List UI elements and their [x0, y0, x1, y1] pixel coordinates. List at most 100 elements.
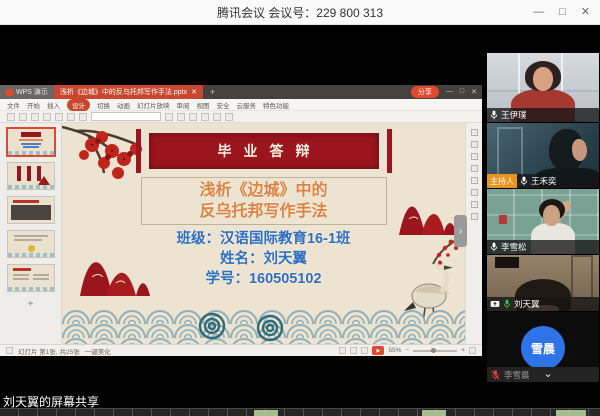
side-tool-button[interactable]	[471, 165, 478, 172]
zoom-slider[interactable]	[413, 350, 457, 352]
chevron-down-icon[interactable]: ⌄	[544, 369, 553, 380]
view-sorter-button[interactable]	[350, 347, 357, 354]
side-tool-button[interactable]	[471, 177, 478, 184]
participant-video-2[interactable]: 主持人 王禾奕	[487, 123, 599, 188]
toolbar-button[interactable]	[31, 113, 39, 121]
participant-namebar: 李雪松	[487, 240, 599, 254]
shared-screen-region: WPS 演示 浅析《边城》中的反乌托邦写作手法.pptx ✕ + 分享 — □ …	[0, 25, 482, 416]
mic-on-icon	[520, 176, 528, 186]
tab-close-icon[interactable]: ✕	[191, 88, 197, 96]
wps-right-tool-strip: ›	[465, 123, 482, 344]
taskbar-segment	[254, 410, 278, 416]
screen-sharing-icon	[490, 300, 500, 309]
participant-name: 李雪晨	[504, 369, 530, 381]
menu-home[interactable]: 开始	[27, 100, 40, 110]
status-icon	[6, 347, 13, 354]
new-tab-button[interactable]: +	[203, 85, 222, 99]
wps-home-tab[interactable]: WPS 演示	[0, 85, 54, 99]
participant-video-1[interactable]: 王伊璞	[487, 53, 599, 122]
toolbar-button[interactable]	[201, 113, 209, 121]
wps-home-tab-label: WPS 演示	[16, 87, 48, 97]
participant-namebar: 王伊璞	[487, 108, 599, 122]
toolbar-button[interactable]	[7, 113, 15, 121]
maximize-icon[interactable]: □	[559, 7, 566, 18]
wps-document-tab[interactable]: 浅析《边城》中的反乌托邦写作手法.pptx ✕	[54, 85, 203, 99]
banner-right-bar	[387, 129, 392, 173]
zoom-in-button[interactable]: +	[461, 347, 465, 354]
wave-pattern-art	[62, 310, 465, 344]
menu-insert[interactable]: 插入	[47, 100, 60, 110]
mic-muted-icon	[491, 370, 500, 380]
toolbar-button[interactable]	[189, 113, 197, 121]
participant-video-4[interactable]: 刘天翼	[487, 255, 599, 311]
slide-thumbnail-4[interactable]	[8, 231, 54, 257]
toolbar-button[interactable]	[177, 113, 185, 121]
participant-name: 李雪松	[501, 241, 527, 253]
menu-cloud[interactable]: 云服务	[237, 100, 257, 110]
zoom-slider-knob[interactable]	[431, 348, 436, 353]
toolbar-button[interactable]	[213, 113, 221, 121]
wps-statusbar: 幻灯片 第1张, 共25张 一键美化 ▶ 55% − +	[0, 344, 482, 356]
participant-name: 刘天翼	[514, 298, 540, 310]
beautify-button[interactable]: 一键美化	[85, 346, 111, 356]
participant-video-5[interactable]: 雪晨 李雪晨 ⌄	[487, 312, 599, 382]
wps-menubar: 文件 开始 插入 设计 切换 动画 幻灯片放映 审阅 视图 安全 云服务 特色功…	[0, 99, 482, 111]
toolbar-button[interactable]	[225, 113, 233, 121]
mic-on-icon	[490, 242, 498, 252]
side-tool-button[interactable]	[471, 201, 478, 208]
menu-special[interactable]: 特色功能	[263, 100, 289, 110]
slide-thumbnail-1[interactable]	[8, 129, 54, 155]
font-selector[interactable]	[91, 112, 161, 121]
slide-title-line1: 浅析《边城》中的	[142, 180, 386, 201]
slide-thumbnail-5[interactable]	[8, 265, 54, 291]
menu-view[interactable]: 视图	[197, 100, 210, 110]
side-tool-button[interactable]	[471, 129, 478, 136]
menu-transitions[interactable]: 切换	[97, 100, 110, 110]
wps-document-tab-label: 浅析《边城》中的反乌托邦写作手法.pptx	[60, 87, 187, 97]
wps-minimize-icon[interactable]: —	[446, 88, 453, 96]
side-tool-button[interactable]	[471, 141, 478, 148]
wps-tabbar: WPS 演示 浅析《边城》中的反乌托邦写作手法.pptx ✕ + 分享 — □ …	[0, 85, 482, 99]
wps-toolbar	[0, 111, 482, 123]
close-icon[interactable]: ✕	[581, 7, 590, 18]
side-tool-button[interactable]	[471, 189, 478, 196]
zoom-level: 55%	[388, 347, 401, 354]
menu-review[interactable]: 审阅	[177, 100, 190, 110]
side-tool-button[interactable]	[471, 153, 478, 160]
host-badge: 主持人	[487, 174, 517, 188]
banner-left-bar	[136, 129, 141, 173]
minimize-icon[interactable]: —	[533, 7, 544, 18]
panel-expand-button[interactable]: ›	[454, 215, 467, 247]
slide-thumbnail-2[interactable]	[8, 163, 54, 189]
toolbar-button[interactable]	[43, 113, 51, 121]
slide-thumbnail-3[interactable]	[8, 197, 54, 223]
participant-video-3[interactable]: 李雪松	[487, 189, 599, 254]
zoom-out-button[interactable]: −	[405, 347, 409, 354]
view-normal-button[interactable]	[339, 347, 346, 354]
menu-design[interactable]: 设计	[67, 99, 90, 111]
participant-name: 王禾奕	[531, 175, 557, 187]
banner-title: 毕业答辩	[206, 141, 322, 161]
toolbar-button[interactable]	[55, 113, 63, 121]
add-slide-button[interactable]: +	[8, 299, 54, 310]
menu-security[interactable]: 安全	[217, 100, 230, 110]
wps-logo-icon	[6, 89, 13, 96]
toolbar-button[interactable]	[165, 113, 173, 121]
meeting-title: 腾讯会议 会议号：229 800 313	[217, 4, 383, 21]
fit-slide-button[interactable]	[469, 347, 476, 354]
wps-share-button[interactable]: 分享	[411, 86, 439, 98]
toolbar-button[interactable]	[67, 113, 75, 121]
toolbar-button[interactable]	[19, 113, 27, 121]
menu-file[interactable]: 文件	[7, 100, 20, 110]
toolbar-button[interactable]	[79, 113, 87, 121]
slide-thumbnail-panel: +	[0, 123, 62, 344]
menu-slideshow[interactable]: 幻灯片放映	[137, 100, 170, 110]
wps-close-icon[interactable]: ✕	[471, 88, 477, 96]
menu-animation[interactable]: 动画	[117, 100, 130, 110]
view-reading-button[interactable]	[361, 347, 368, 354]
side-tool-button[interactable]	[471, 213, 478, 220]
slideshow-play-button[interactable]: ▶	[372, 346, 384, 355]
participants-sidebar: 王伊璞 主持人 王禾奕	[482, 25, 600, 416]
wps-maximize-icon[interactable]: □	[460, 88, 464, 96]
participant-namebar: 主持人 王禾奕	[487, 174, 599, 188]
